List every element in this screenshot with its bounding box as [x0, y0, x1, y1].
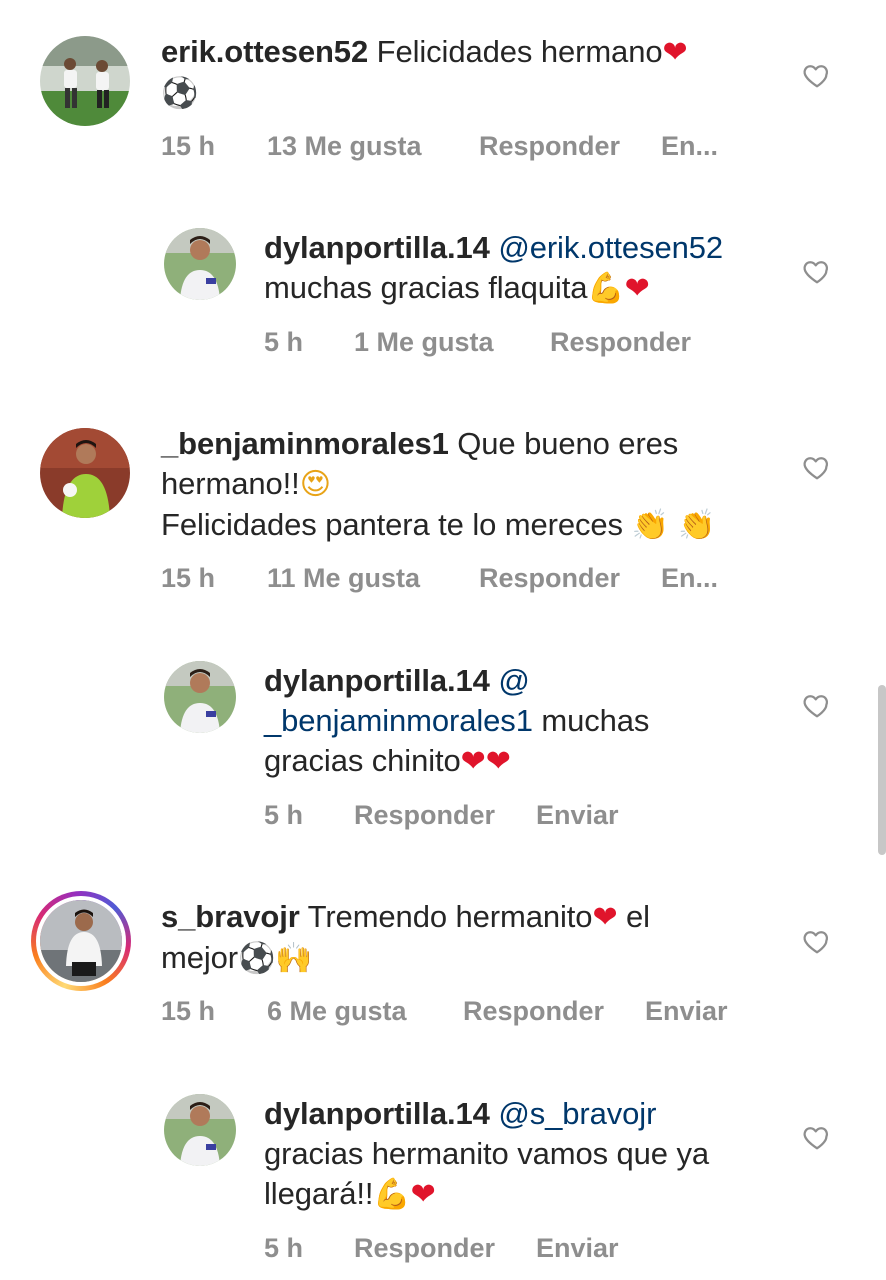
avatar-image [164, 228, 236, 300]
comment-time: 5 h [264, 800, 304, 830]
soccer-ball-emoji: ⚽ [238, 941, 276, 976]
comment-text-line3: llegará!! [264, 1176, 374, 1211]
heart-outline-icon [803, 931, 828, 954]
send-button[interactable]: Enviar [536, 1230, 619, 1266]
comment-username[interactable]: erik.ottesen52 [161, 34, 368, 69]
comment-body: dylanportilla.14 @s_bravojr gracias herm… [264, 1094, 784, 1215]
comment-text: Tremendo hermanito [299, 899, 593, 934]
likes-count[interactable]: 13 Me gusta [267, 128, 479, 164]
comment-meta: 5 h Responder Enviar [264, 1230, 619, 1266]
mention-link-continued[interactable]: _benjaminmorales1 [264, 703, 533, 738]
avatar[interactable] [164, 228, 236, 300]
soccer-ball-emoji: ⚽ [161, 76, 199, 111]
comment-time: 15 h [161, 996, 216, 1026]
comment-text: Que bueno eres [448, 426, 679, 461]
comment-text: Felicidades hermano [368, 34, 663, 69]
comment-body: dylanportilla.14 @ _benjaminmorales1 muc… [264, 661, 784, 782]
reply-button[interactable]: Responder [479, 128, 661, 164]
reply-button[interactable]: Responder [463, 993, 645, 1029]
comment-username[interactable]: dylanportilla.14 [264, 230, 490, 265]
heart-emoji: ❤ [662, 35, 688, 70]
reply-button[interactable]: Responder [479, 560, 661, 596]
heart-eyes-emoji: 😍 [299, 467, 331, 502]
comment-body: _benjaminmorales1 Que bueno eres hermano… [161, 424, 801, 546]
comment-body: dylanportilla.14 @erik.ottesen52 muchas … [264, 228, 784, 309]
avatar[interactable] [164, 661, 236, 733]
heart-emoji: ❤ [624, 271, 650, 306]
like-button[interactable] [802, 60, 832, 90]
mention-link[interactable]: @s_bravojr [498, 1096, 656, 1131]
flexed-biceps-emoji: 💪 [373, 1177, 411, 1212]
like-button[interactable] [802, 452, 832, 482]
comment-username[interactable]: _benjaminmorales1 [161, 426, 449, 461]
comment-text-line3: Felicidades pantera te lo mereces [161, 507, 632, 542]
comment-meta: 15 h 13 Me gusta Responder En... [161, 128, 718, 164]
heart-outline-icon [803, 261, 828, 284]
heart-outline-icon [803, 1127, 828, 1150]
comment-text-line2: mejor [161, 940, 239, 975]
comment-text: gracias hermanito vamos que ya [264, 1136, 710, 1171]
reply-button[interactable]: Responder [550, 324, 691, 360]
comment-meta: 15 h 11 Me gusta Responder En... [161, 560, 718, 596]
avatar-image [40, 36, 130, 126]
comment-text-line3: gracias chinito [264, 743, 461, 778]
comment-meta: 5 h Responder Enviar [264, 797, 619, 833]
like-button[interactable] [802, 926, 832, 956]
send-button[interactable]: En... [661, 128, 718, 164]
comment-text: muchas [532, 703, 650, 738]
like-button[interactable] [802, 256, 832, 286]
comment-username[interactable]: dylanportilla.14 [264, 1096, 490, 1131]
reply-button[interactable]: Responder [354, 797, 536, 833]
avatar[interactable] [40, 428, 130, 518]
comment-meta: 15 h 6 Me gusta Responder Enviar [161, 993, 728, 1029]
heart-outline-icon [803, 457, 828, 480]
likes-count[interactable]: 1 Me gusta [354, 324, 550, 360]
avatar-image [164, 1094, 236, 1166]
send-button[interactable]: Enviar [536, 797, 619, 833]
heart-outline-icon [803, 65, 828, 88]
avatar-image [164, 661, 236, 733]
comment-text: muchas gracias flaquita [264, 270, 588, 305]
flexed-biceps-emoji: 💪 [587, 271, 625, 306]
comment-username[interactable]: dylanportilla.14 [264, 663, 490, 698]
mention-link[interactable]: @ [498, 663, 529, 698]
likes-count[interactable]: 11 Me gusta [267, 560, 479, 596]
reply-button[interactable]: Responder [354, 1230, 536, 1266]
comment-text-after: el [617, 899, 650, 934]
avatar-image [40, 428, 130, 518]
avatar-image [40, 900, 122, 982]
comment-time: 5 h [264, 1233, 304, 1263]
heart-emoji: ❤ [592, 900, 618, 935]
likes-count[interactable]: 6 Me gusta [267, 993, 463, 1029]
hearts-emoji: ❤❤ [460, 744, 511, 779]
comment-body: s_bravojr Tremendo hermanito❤ el mejor⚽🙌 [161, 897, 781, 979]
comment-time: 15 h [161, 131, 216, 161]
comment-time: 15 h [161, 563, 216, 593]
scrollbar[interactable] [878, 685, 886, 855]
avatar [36, 896, 126, 986]
comment-meta: 5 h 1 Me gusta Responder [264, 324, 691, 360]
heart-emoji: ❤ [410, 1177, 436, 1212]
avatar-story-ring[interactable] [31, 891, 131, 991]
like-button[interactable] [802, 1122, 832, 1152]
mention-link[interactable]: @erik.ottesen52 [498, 230, 723, 265]
comment-body: erik.ottesen52 Felicidades hermano❤ ⚽ [161, 32, 781, 114]
clapping-hands-emoji: 👏 👏 [631, 508, 716, 543]
like-button[interactable] [802, 690, 832, 720]
raising-hands-emoji: 🙌 [275, 941, 313, 976]
comment-time: 5 h [264, 327, 304, 357]
comment-username[interactable]: s_bravojr [161, 899, 300, 934]
heart-outline-icon [803, 695, 828, 718]
avatar[interactable] [40, 36, 130, 126]
avatar[interactable] [164, 1094, 236, 1166]
send-button[interactable]: En... [661, 560, 718, 596]
comment-text-line2: hermano!! [161, 466, 300, 501]
send-button[interactable]: Enviar [645, 993, 728, 1029]
